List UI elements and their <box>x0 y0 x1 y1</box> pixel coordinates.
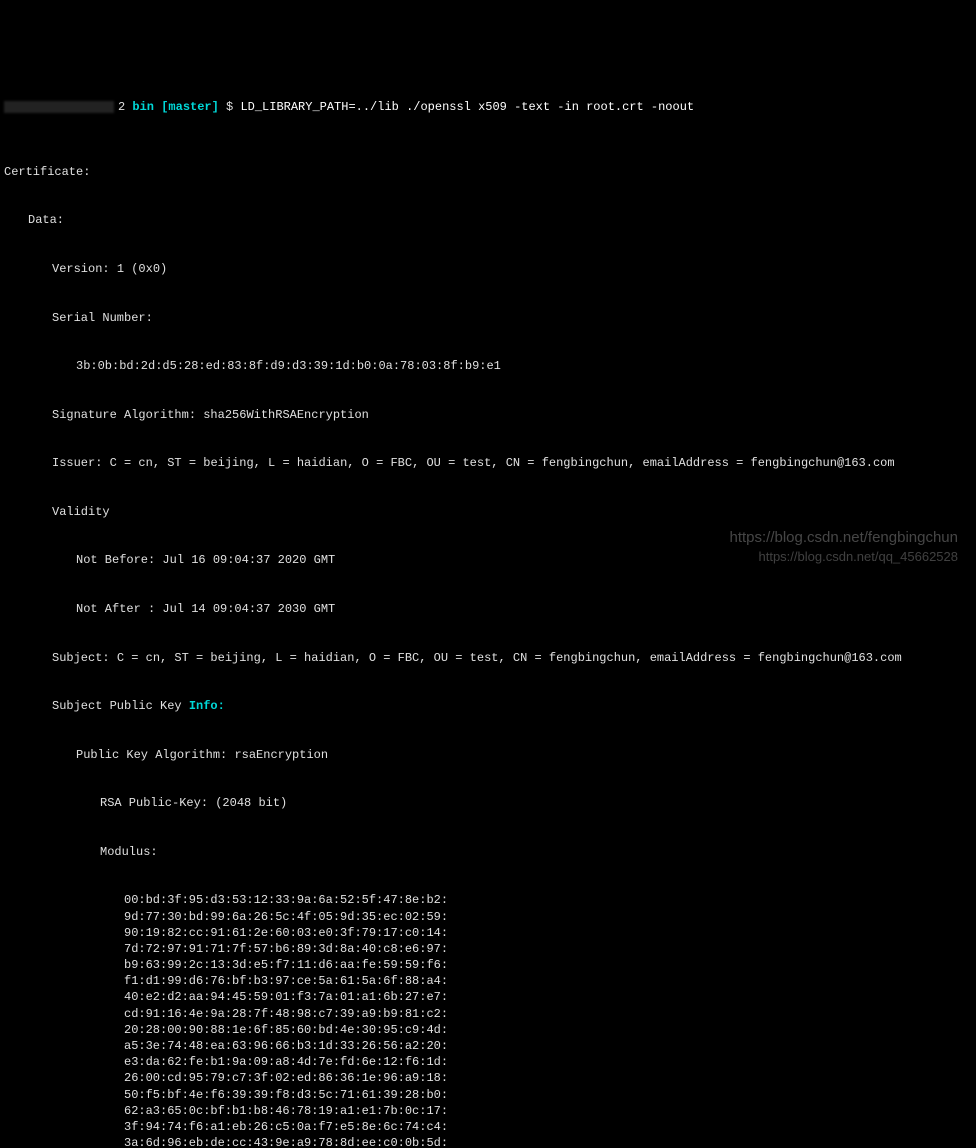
subject-line: Subject: C = cn, ST = beijing, L = haidi… <box>4 650 972 666</box>
modulus-row: f1:d1:99:d6:76:bf:b3:97:ce:5a:61:5a:6f:8… <box>4 973 972 989</box>
spki-line: Subject Public Key Info: <box>4 698 972 714</box>
not-before-line: Not Before: Jul 16 09:04:37 2020 GMT <box>4 552 972 568</box>
issuer-line: Issuer: C = cn, ST = beijing, L = haidia… <box>4 455 972 471</box>
modulus-row: 26:00:cd:95:79:c7:3f:02:ed:86:36:1e:96:a… <box>4 1070 972 1086</box>
modulus-row: 40:e2:d2:aa:94:45:59:01:f3:7a:01:a1:6b:2… <box>4 989 972 1005</box>
certificate-header: Certificate: <box>4 164 972 180</box>
git-branch: [master] <box>161 100 219 114</box>
modulus-row: 50:f5:bf:4e:f6:39:39:f8:d3:5c:71:61:39:2… <box>4 1087 972 1103</box>
modulus-row: 3a:6d:96:eb:de:cc:43:9e:a9:78:8d:ee:c0:0… <box>4 1135 972 1148</box>
terminal-output: 2 bin [master] $ LD_LIBRARY_PATH=../lib … <box>0 65 976 1148</box>
data-label: Data: <box>4 212 972 228</box>
modulus-row: 3f:94:74:f6:a1:eb:26:c5:0a:f7:e5:8e:6c:7… <box>4 1119 972 1135</box>
cwd-dir: bin <box>132 100 154 114</box>
version-line: Version: 1 (0x0) <box>4 261 972 277</box>
modulus-row: a5:3e:74:48:ea:63:96:66:b3:1d:33:26:56:a… <box>4 1038 972 1054</box>
not-after-line: Not After : Jul 14 09:04:37 2030 GMT <box>4 601 972 617</box>
modulus-block: 00:bd:3f:95:d3:53:12:33:9a:6a:52:5f:47:8… <box>4 892 972 1148</box>
command-text: LD_LIBRARY_PATH=../lib ./openssl x509 -t… <box>240 100 694 114</box>
sigalg-line: Signature Algorithm: sha256WithRSAEncryp… <box>4 407 972 423</box>
pubkey-alg-line: Public Key Algorithm: rsaEncryption <box>4 747 972 763</box>
modulus-row: 00:bd:3f:95:d3:53:12:33:9a:6a:52:5f:47:8… <box>4 892 972 908</box>
prompt-line[interactable]: 2 bin [master] $ LD_LIBRARY_PATH=../lib … <box>4 99 972 115</box>
modulus-row: e3:da:62:fe:b1:9a:09:a8:4d:7e:fd:6e:12:f… <box>4 1054 972 1070</box>
serial-value: 3b:0b:bd:2d:d5:28:ed:83:8f:d9:d3:39:1d:b… <box>4 358 972 374</box>
modulus-row: 90:19:82:cc:91:61:2e:60:03:e0:3f:79:17:c… <box>4 925 972 941</box>
modulus-row: 9d:77:30:bd:99:6a:26:5c:4f:05:9d:35:ec:0… <box>4 909 972 925</box>
info-keyword: Info: <box>189 699 225 713</box>
modulus-row: b9:63:99:2c:13:3d:e5:f7:11:d6:aa:fe:59:5… <box>4 957 972 973</box>
modulus-row: 20:28:00:90:88:1e:6f:85:60:bd:4e:30:95:c… <box>4 1022 972 1038</box>
modulus-row: cd:91:16:4e:9a:28:7f:48:98:c7:39:a9:b9:8… <box>4 1006 972 1022</box>
rsa-key-line: RSA Public-Key: (2048 bit) <box>4 795 972 811</box>
modulus-label: Modulus: <box>4 844 972 860</box>
modulus-row: 62:a3:65:0c:bf:b1:b8:46:78:19:a1:e1:7b:0… <box>4 1103 972 1119</box>
validity-label: Validity <box>4 504 972 520</box>
serial-label: Serial Number: <box>4 310 972 326</box>
redacted-user <box>4 101 114 113</box>
modulus-row: 7d:72:97:91:71:7f:57:b6:89:3d:8a:40:c8:e… <box>4 941 972 957</box>
